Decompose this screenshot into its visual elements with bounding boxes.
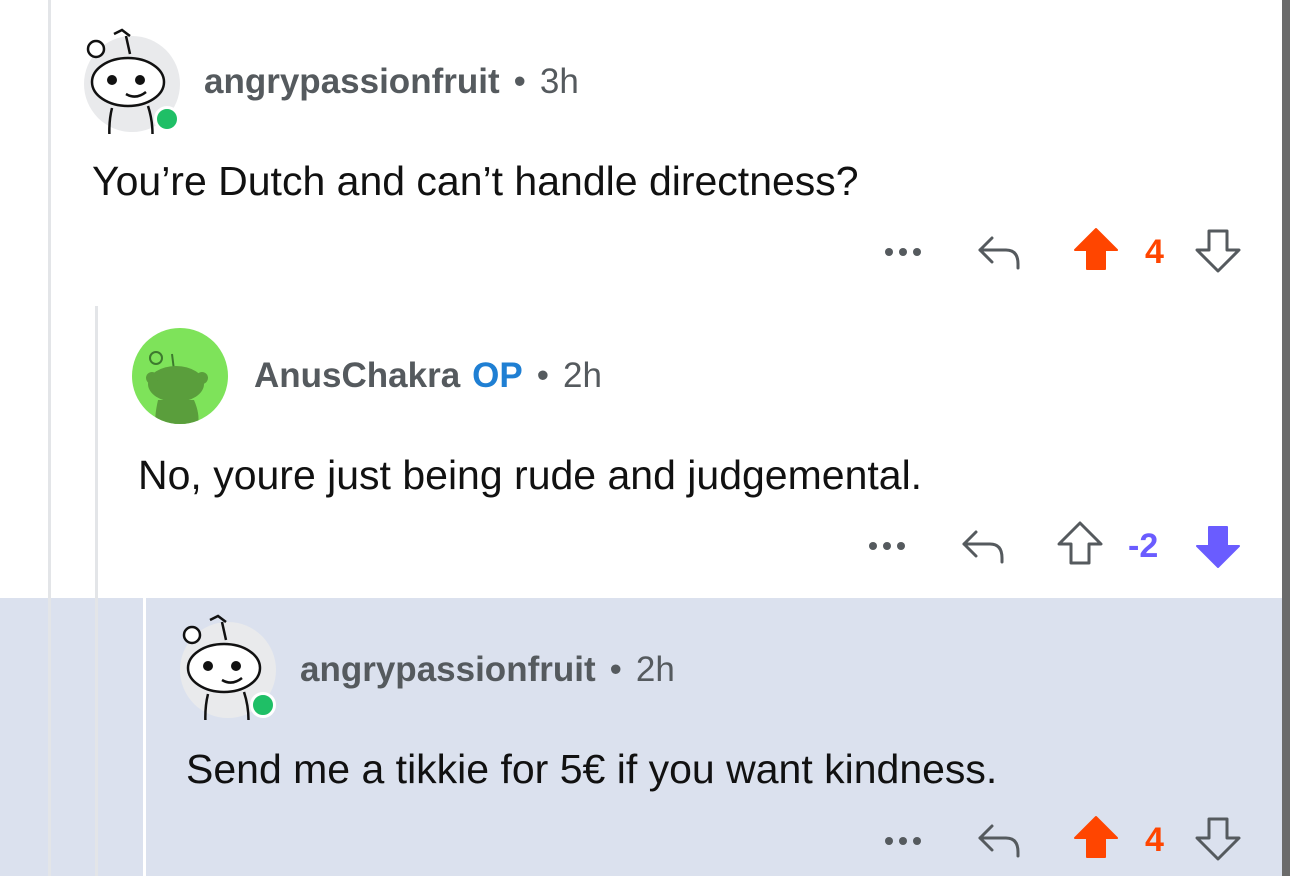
timestamp: 3h bbox=[539, 62, 579, 101]
username[interactable]: angrypassionfruit bbox=[204, 62, 500, 101]
online-status-indicator bbox=[154, 106, 180, 132]
downvote-arrow-icon[interactable] bbox=[1194, 816, 1242, 862]
thread-line-level-1[interactable] bbox=[48, 0, 51, 876]
vote-score: 4 bbox=[1145, 233, 1164, 271]
thread-line-level-2[interactable] bbox=[95, 306, 98, 876]
separator: • bbox=[609, 650, 622, 689]
thread-line-level-3[interactable] bbox=[143, 598, 146, 876]
reply-arrow-icon[interactable] bbox=[976, 232, 1024, 272]
online-status-indicator bbox=[250, 692, 276, 718]
avatar[interactable] bbox=[132, 328, 228, 424]
comment-body: No, youre just being rude and judgementa… bbox=[138, 452, 923, 498]
reply-arrow-icon[interactable] bbox=[976, 820, 1024, 860]
separator: • bbox=[536, 356, 550, 395]
timestamp: 2h bbox=[563, 356, 602, 395]
separator: • bbox=[513, 62, 526, 101]
op-badge: OP bbox=[472, 356, 523, 395]
comment-body: Send me a tikkie for 5€ if you want kind… bbox=[186, 746, 998, 792]
comment-body: You’re Dutch and can’t handle directness… bbox=[92, 158, 859, 204]
upvote-arrow-icon[interactable] bbox=[1056, 520, 1104, 566]
downvote-arrow-icon[interactable] bbox=[1194, 524, 1242, 570]
timestamp: 2h bbox=[635, 650, 675, 689]
vote-score: -2 bbox=[1128, 527, 1159, 565]
upvote-arrow-icon[interactable] bbox=[1072, 814, 1120, 860]
more-options-icon[interactable] bbox=[867, 539, 907, 553]
comment-meta: angrypassionfruit • 3h bbox=[204, 62, 579, 102]
more-options-icon[interactable] bbox=[883, 245, 923, 259]
username[interactable]: AnusChakra bbox=[254, 356, 460, 395]
snoo-avatar-icon bbox=[146, 351, 208, 424]
scrollbar[interactable] bbox=[1282, 0, 1290, 876]
username[interactable]: angrypassionfruit bbox=[300, 650, 596, 689]
avatar[interactable] bbox=[180, 614, 276, 720]
more-options-icon[interactable] bbox=[883, 834, 923, 848]
downvote-arrow-icon[interactable] bbox=[1194, 228, 1242, 274]
comment-meta: angrypassionfruit • 2h bbox=[300, 650, 675, 690]
reply-arrow-icon[interactable] bbox=[960, 526, 1008, 566]
avatar[interactable] bbox=[84, 28, 180, 134]
upvote-arrow-icon[interactable] bbox=[1072, 226, 1120, 272]
vote-score: 4 bbox=[1145, 821, 1164, 859]
comment-meta: AnusChakra OP • 2h bbox=[254, 356, 602, 396]
